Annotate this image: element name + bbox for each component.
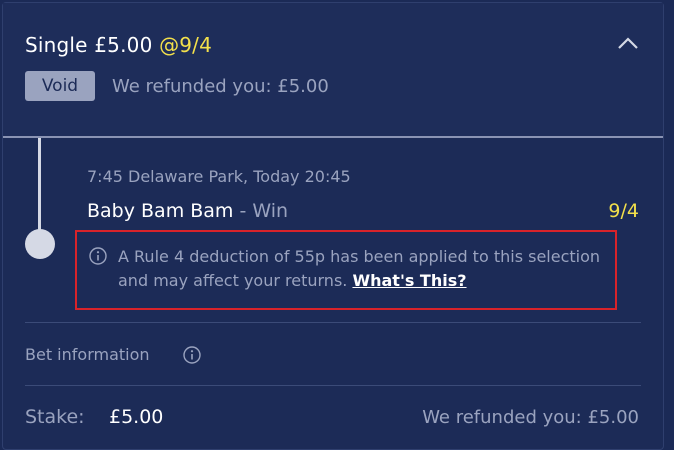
bet-header[interactable]: Single £5.00 @9/4 Void We refunded you: … <box>3 3 663 137</box>
status-badge: Void <box>25 71 95 101</box>
stake-value: £5.00 <box>109 406 164 428</box>
bet-title: Single £5.00 @9/4 <box>25 33 212 57</box>
whats-this-link[interactable]: What's This? <box>352 271 466 290</box>
divider <box>25 385 641 386</box>
selection-odds: 9/4 <box>608 200 639 222</box>
rule4-message: A Rule 4 deduction of 55p has been appli… <box>118 245 618 293</box>
refund-footer: We refunded you: £5.00 <box>422 407 639 428</box>
stake-label: Stake: <box>25 406 85 428</box>
market-name: - Win <box>233 200 289 222</box>
bet-title-odds: @9/4 <box>159 33 213 57</box>
event-meta: 7:45 Delaware Park, Today 20:45 <box>87 167 351 186</box>
info-icon <box>89 247 107 265</box>
bet-type-stake: Single £5.00 <box>25 33 153 57</box>
timeline-dot <box>25 229 55 259</box>
info-icon[interactable] <box>183 346 201 364</box>
chevron-up-icon[interactable] <box>617 33 639 55</box>
refund-summary: We refunded you: £5.00 <box>112 76 329 97</box>
selection-name: Baby Bam Bam - Win <box>87 200 288 222</box>
bet-card: Single £5.00 @9/4 Void We refunded you: … <box>2 2 664 450</box>
timeline-line <box>38 138 41 236</box>
horse-name: Baby Bam Bam <box>87 200 234 222</box>
divider <box>25 322 641 323</box>
bet-information-label[interactable]: Bet information <box>25 345 150 364</box>
header-divider <box>3 136 663 138</box>
